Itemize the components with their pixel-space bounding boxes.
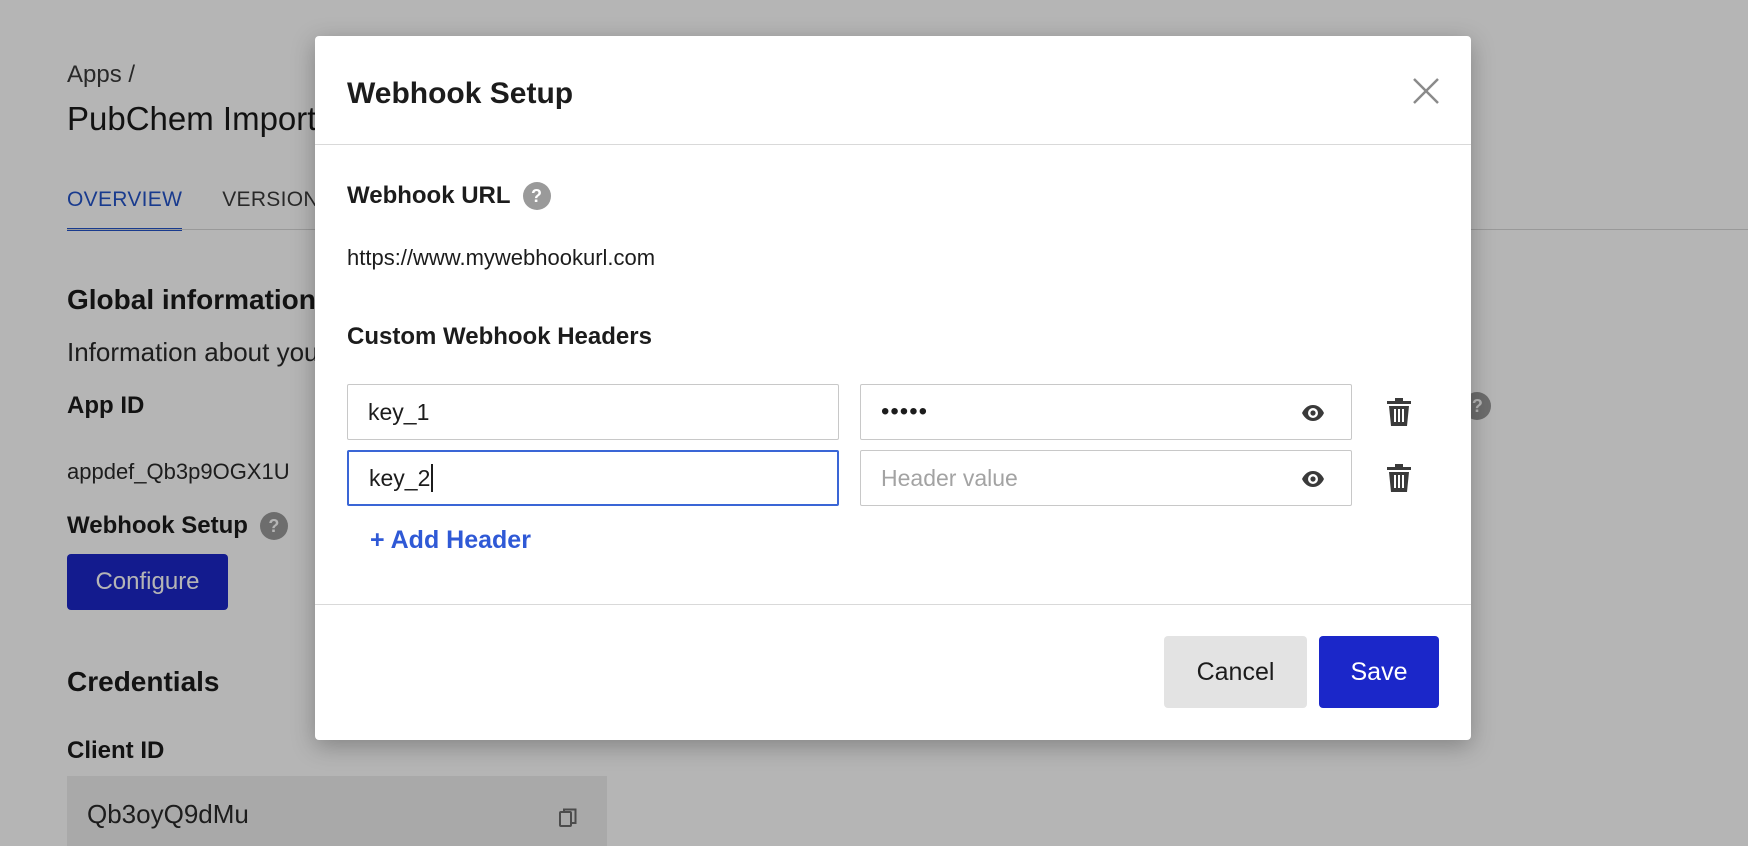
webhook-url-value: https://www.mywebhookurl.com (347, 245, 656, 270)
header-key-input[interactable]: key_1 (347, 384, 839, 440)
help-icon[interactable]: ? (522, 182, 551, 210)
header-key-value: key_1 (368, 398, 430, 425)
custom-headers-label-text: Custom Webhook Headers (347, 323, 652, 350)
header-value-input[interactable]: Header value (860, 450, 1352, 506)
eye-icon[interactable] (1301, 467, 1325, 491)
close-icon[interactable] (1411, 76, 1441, 106)
header-value-input[interactable]: ••••• (860, 384, 1352, 440)
trash-icon[interactable] (1387, 464, 1411, 492)
header-key-value: key_2 (369, 464, 431, 491)
webhook-setup-dialog: Webhook Setup Webhook URL ? https://www.… (315, 36, 1471, 740)
cancel-button[interactable]: Cancel (1164, 636, 1307, 708)
header-value-masked: ••••• (881, 398, 929, 425)
custom-headers-label: Custom Webhook Headers (347, 323, 652, 351)
webhook-url-label: Webhook URL ? (347, 182, 551, 210)
dialog-title: Webhook Setup (347, 77, 574, 110)
eye-icon[interactable] (1301, 401, 1325, 425)
header-key-input[interactable]: key_2 (347, 450, 839, 506)
trash-icon[interactable] (1387, 398, 1411, 426)
header-value-placeholder: Header value (881, 464, 1018, 491)
dialog-footer-divider (315, 604, 1471, 605)
text-cursor (431, 464, 434, 492)
add-header-link[interactable]: + Add Header (370, 526, 531, 555)
dialog-header: Webhook Setup (315, 36, 1471, 145)
save-button[interactable]: Save (1319, 636, 1439, 708)
webhook-url-label-text: Webhook URL (347, 182, 511, 209)
